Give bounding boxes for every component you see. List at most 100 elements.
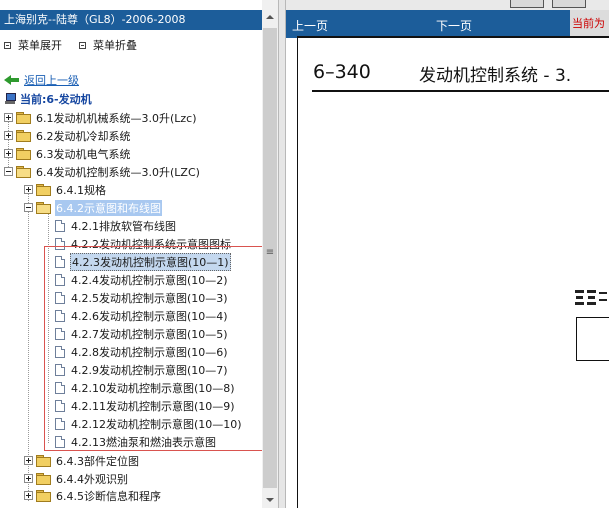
computer-icon — [4, 93, 16, 105]
tree-item-6-1[interactable]: 6.1发动机机械系统—3.0升(Lzc) — [4, 109, 198, 126]
tree-doc-label: 4.2.1排放软管布线图 — [71, 219, 176, 233]
tree-item-label-selected: 6.4.2示意图和布线图 — [55, 199, 162, 216]
tree-doc-label: 4.2.2发动机控制系统示意图图标 — [71, 237, 231, 251]
collapse-menu-button[interactable]: 菜单折叠 — [79, 38, 137, 52]
document-icon — [55, 255, 65, 268]
pane-splitter[interactable] — [278, 0, 286, 508]
tree-doc-label: 4.2.7发动机控制示意图(10—5) — [71, 327, 228, 341]
current-page-indicator: 当前为 — [570, 10, 609, 38]
document-icon — [55, 417, 65, 430]
tree-doc-label: 4.2.8发动机控制示意图(10—6) — [71, 345, 228, 359]
page-nav-bar: 上一页 下一页 — [286, 10, 609, 38]
tree-connector — [48, 209, 49, 443]
tree-doc-label: 4.2.5发动机控制示意图(10—3) — [71, 291, 228, 305]
grip-icon: ≡ — [265, 247, 275, 258]
document-icon — [55, 219, 65, 232]
tree-doc-4-2-4[interactable]: 4.2.4发动机控制示意图(10—2) — [55, 271, 229, 288]
folder-icon — [36, 472, 51, 485]
vertical-scrollbar[interactable]: ≡ — [262, 0, 278, 508]
next-page-button[interactable]: 下一页 — [436, 17, 472, 34]
current-location: 当前:6-发动机 — [4, 92, 92, 106]
tree-item-label: 6.4.4外观识别 — [56, 472, 128, 486]
diagram-component-box — [576, 317, 609, 361]
expand-toggle-icon[interactable] — [24, 456, 33, 465]
folder-icon — [36, 489, 51, 502]
expand-toggle-icon[interactable] — [4, 113, 13, 122]
back-link[interactable]: 返回上一级 — [4, 73, 79, 87]
collapse-icon — [79, 41, 86, 49]
document-icon — [55, 237, 65, 250]
tree-doc-4-2-9[interactable]: 4.2.9发动机控制示意图(10—7) — [55, 361, 229, 378]
tree-item-label: 6.4.3部件定位图 — [56, 454, 139, 468]
tree-doc-4-2-3[interactable]: 4.2.3发动机控制示意图(10—1) — [55, 252, 231, 271]
document-icon — [55, 435, 65, 448]
tree-doc-4-2-13[interactable]: 4.2.13燃油泵和燃油表示意图 — [55, 433, 217, 450]
tree-item-6-4-3[interactable]: 6.4.3部件定位图 — [24, 452, 140, 469]
back-link-label: 返回上一级 — [24, 74, 79, 87]
document-icon — [55, 327, 65, 340]
top-toolbar — [286, 0, 609, 10]
diagram-symbol — [575, 288, 609, 310]
open-folder-icon — [16, 165, 31, 178]
tree-item-6-4-4[interactable]: 6.4.4外观识别 — [24, 470, 129, 487]
tree-item-label: 6.4发动机控制系统—3.0升(LZC) — [36, 165, 200, 179]
expand-toggle-icon[interactable] — [4, 149, 13, 158]
collapse-toggle-icon[interactable] — [4, 167, 13, 176]
document-frame — [297, 36, 609, 38]
tree-item-6-3[interactable]: 6.3发动机电气系统 — [4, 145, 132, 162]
tree-doc-label: 4.2.4发动机控制示意图(10—2) — [71, 273, 228, 287]
expand-toggle-icon[interactable] — [24, 491, 33, 500]
tree-doc-4-2-11[interactable]: 4.2.11发动机控制示意图(10—9) — [55, 397, 236, 414]
tree-item-label: 6.2发动机冷却系统 — [36, 129, 131, 143]
tree-doc-label: 4.2.13燃油泵和燃油表示意图 — [71, 435, 216, 449]
toolbar-button[interactable] — [552, 0, 586, 8]
tree-doc-4-2-2[interactable]: 4.2.2发动机控制系统示意图图标 — [55, 235, 232, 252]
scroll-up-arrow-icon[interactable] — [262, 10, 278, 26]
expand-menu-label: 菜单展开 — [18, 39, 62, 52]
tree-doc-4-2-5[interactable]: 4.2.5发动机控制示意图(10—3) — [55, 289, 229, 306]
tree-item-6-4[interactable]: 6.4发动机控制系统—3.0升(LZC) — [4, 163, 201, 180]
collapse-menu-label: 菜单折叠 — [93, 39, 137, 52]
title-rule — [312, 90, 609, 92]
page-number: 6–340 — [313, 61, 371, 83]
expand-menu-button[interactable]: 菜单展开 — [4, 38, 62, 52]
expand-toggle-icon[interactable] — [24, 185, 33, 194]
folder-icon — [16, 111, 31, 124]
back-arrow-icon — [4, 74, 20, 86]
tree-doc-4-2-6[interactable]: 4.2.6发动机控制示意图(10—4) — [55, 307, 229, 324]
document-icon — [55, 363, 65, 376]
folder-icon — [16, 147, 31, 160]
scroll-down-arrow-icon[interactable] — [262, 492, 278, 508]
tree-doc-label: 4.2.9发动机控制示意图(10—7) — [71, 363, 228, 377]
prev-page-button[interactable]: 上一页 — [292, 17, 328, 34]
tree-doc-4-2-7[interactable]: 4.2.7发动机控制示意图(10—5) — [55, 325, 229, 342]
tree-item-6-4-2[interactable]: 6.4.2示意图和布线图 — [24, 199, 162, 216]
tree-doc-4-2-10[interactable]: 4.2.10发动机控制示意图(10—8) — [55, 379, 236, 396]
expand-icon — [4, 41, 11, 49]
tree-doc-4-2-8[interactable]: 4.2.8发动机控制示意图(10—6) — [55, 343, 229, 360]
tree-doc-4-2-1[interactable]: 4.2.1排放软管布线图 — [55, 217, 177, 234]
collapse-toggle-icon[interactable] — [24, 203, 33, 212]
expand-toggle-icon[interactable] — [4, 131, 13, 140]
tree-item-label: 6.4.5诊断信息和程序 — [56, 489, 161, 503]
tree-doc-label: 4.2.10发动机控制示意图(10—8) — [71, 381, 235, 395]
folder-icon — [36, 183, 51, 196]
page-title: 发动机控制系统 - 3. — [419, 66, 572, 86]
document-icon — [55, 381, 65, 394]
tree-doc-4-2-12[interactable]: 4.2.12发动机控制示意图(10—10) — [55, 415, 243, 432]
folder-icon — [36, 454, 51, 467]
tree-item-6-2[interactable]: 6.2发动机冷却系统 — [4, 127, 132, 144]
navigation-pane: 上海别克--陆尊（GL8）-2006-2008 菜单展开 菜单折叠 返回上一级 … — [0, 0, 262, 508]
tree-doc-label: 4.2.11发动机控制示意图(10—9) — [71, 399, 235, 413]
toolbar-button[interactable] — [510, 0, 544, 8]
tree-item-6-4-1[interactable]: 6.4.1规格 — [24, 181, 107, 198]
tree-doc-label-focused: 4.2.3发动机控制示意图(10—1) — [70, 252, 231, 271]
current-location-label: 当前:6-发动机 — [20, 93, 92, 106]
expand-toggle-icon[interactable] — [24, 474, 33, 483]
tree-item-6-4-5[interactable]: 6.4.5诊断信息和程序 — [24, 487, 162, 504]
document-frame — [297, 36, 298, 508]
document-icon — [55, 291, 65, 304]
document-icon — [55, 345, 65, 358]
pane-header: 上海别克--陆尊（GL8）-2006-2008 — [0, 10, 262, 30]
scroll-thumb[interactable]: ≡ — [263, 28, 277, 488]
